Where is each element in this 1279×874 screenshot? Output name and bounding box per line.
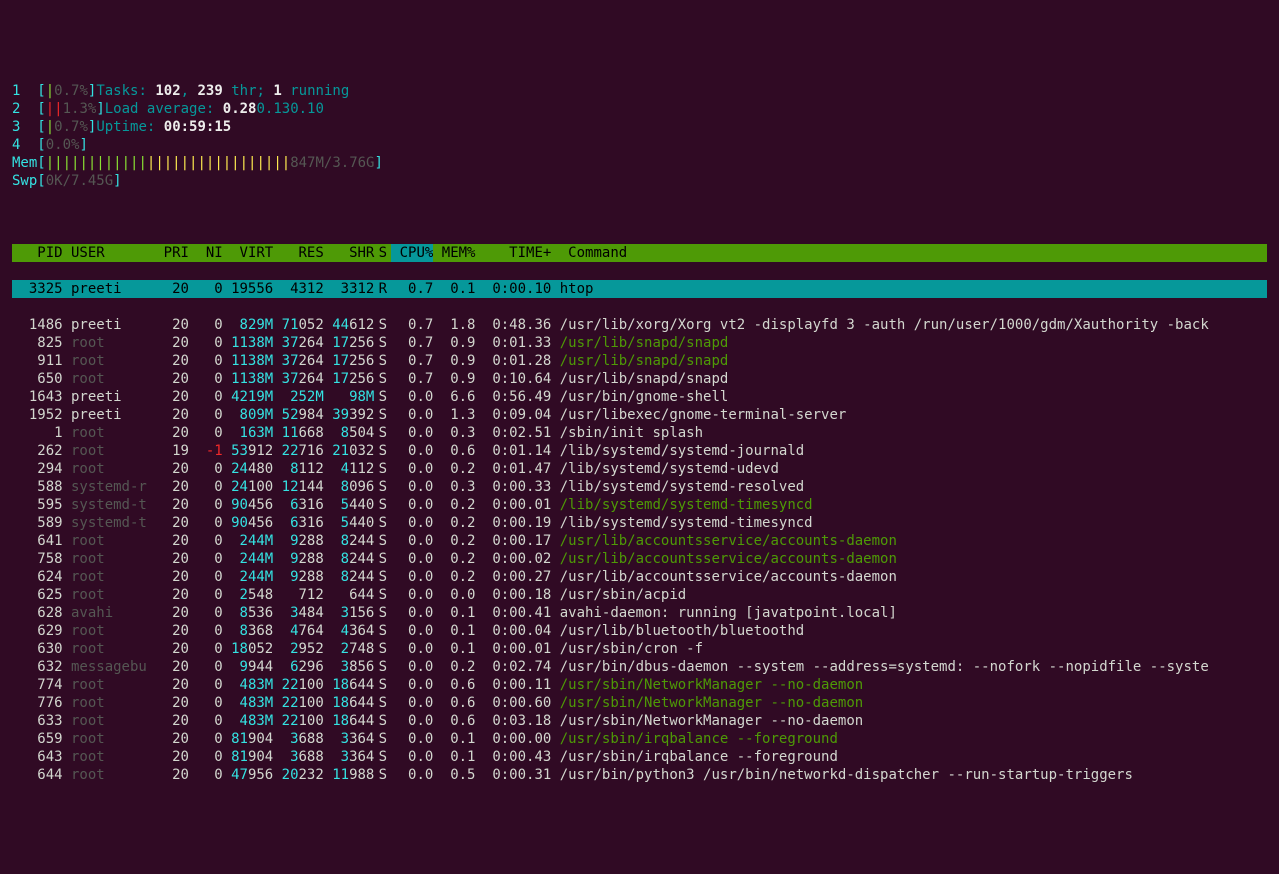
process-row[interactable]: 774 root200483M2210018644S0.00.60:00.11/… <box>12 676 1267 694</box>
cpu-meter-1: 1 [| 0.7%] Tasks: 102, 239 thr; 1 runnin… <box>12 82 1267 100</box>
process-row[interactable]: 911 root2001138M3726417256S0.70.90:01.28… <box>12 352 1267 370</box>
process-row[interactable]: 644 root200479562023211988S0.00.50:00.31… <box>12 766 1267 784</box>
process-list[interactable]: 1486 preeti200829M7105244612S0.71.80:48.… <box>12 316 1267 784</box>
process-row[interactable]: 628 avahi200853634843156S0.00.10:00.41av… <box>12 604 1267 622</box>
process-row[interactable]: 641 root200244M92888244S0.00.20:00.17/us… <box>12 532 1267 550</box>
process-row[interactable]: 1 root200163M116688504S0.00.30:02.51/sbi… <box>12 424 1267 442</box>
process-row[interactable]: 1952 preeti200809M5298439392S0.01.30:09.… <box>12 406 1267 424</box>
process-row[interactable]: 643 root2008190436883364S0.00.10:00.43/u… <box>12 748 1267 766</box>
process-row[interactable]: 825 root2001138M3726417256S0.70.90:01.33… <box>12 334 1267 352</box>
process-row[interactable]: 630 root2001805229522748S0.00.10:00.01/u… <box>12 640 1267 658</box>
process-row[interactable]: 629 root200836847644364S0.00.10:00.04/us… <box>12 622 1267 640</box>
process-row[interactable]: 1643 preeti2004219M252M98MS0.06.60:56.49… <box>12 388 1267 406</box>
process-row[interactable]: 589 systemd-t2009045663165440S0.00.20:00… <box>12 514 1267 532</box>
cpu-meter-4: 4 [ 0.0%] <box>12 136 1267 154</box>
process-row[interactable]: 1486 preeti200829M7105244612S0.71.80:48.… <box>12 316 1267 334</box>
process-row[interactable]: 624 root200244M92888244S0.00.20:00.27/us… <box>12 568 1267 586</box>
selected-process-row[interactable]: 3325 preeti2001955643123312R0.70.10:00.1… <box>12 280 1267 298</box>
swp-meter: Swp[ 0K/7.45G] <box>12 172 1267 190</box>
process-row[interactable]: 625 root2002548712644S0.00.00:00.18/usr/… <box>12 586 1267 604</box>
mem-meter: Mem[||||||||||||||||||||||||||||| 847M/3… <box>12 154 1267 172</box>
process-row[interactable]: 650 root2001138M3726417256S0.70.90:10.64… <box>12 370 1267 388</box>
column-header-row: PID USERPRINIVIRTRESSHRSCPU%MEM%TIME+ Co… <box>12 244 1267 262</box>
process-row[interactable]: 659 root2008190436883364S0.00.10:00.00/u… <box>12 730 1267 748</box>
cpu-meter-2: 2 [|| 1.3%] Load average: 0.28 0.13 0.10 <box>12 100 1267 118</box>
process-row[interactable]: 758 root200244M92888244S0.00.20:00.02/us… <box>12 550 1267 568</box>
process-row[interactable]: 588 systemd-r20024100121448096S0.00.30:0… <box>12 478 1267 496</box>
process-row[interactable]: 262 root19-1539122271621032S0.00.60:01.1… <box>12 442 1267 460</box>
process-row[interactable]: 294 root2002448081124112S0.00.20:01.47/l… <box>12 460 1267 478</box>
process-row[interactable]: 633 root200483M2210018644S0.00.60:03.18/… <box>12 712 1267 730</box>
system-meters: 1 [| 0.7%] Tasks: 102, 239 thr; 1 runnin… <box>12 82 1267 190</box>
process-row[interactable]: 776 root200483M2210018644S0.00.60:00.60/… <box>12 694 1267 712</box>
process-row[interactable]: 595 systemd-t2009045663165440S0.00.20:00… <box>12 496 1267 514</box>
cpu-meter-3: 3 [| 0.7%] Uptime: 00:59:15 <box>12 118 1267 136</box>
